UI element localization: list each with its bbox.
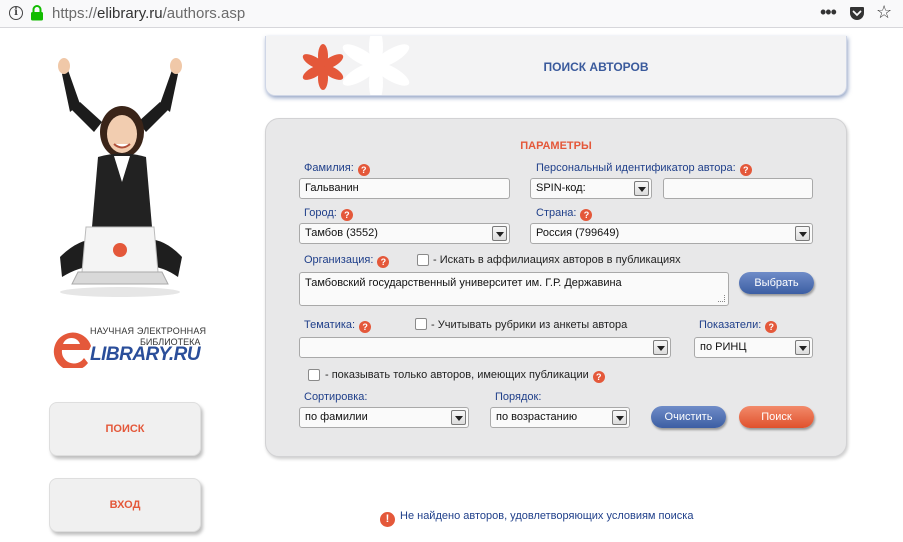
chevron-down-icon bbox=[795, 340, 810, 355]
url-host: elibrary.ru bbox=[97, 5, 163, 22]
only-with-publications-label: - показывать только авторов, имеющих пуб… bbox=[325, 369, 605, 383]
person-with-laptop-image bbox=[58, 58, 182, 297]
city-select[interactable]: Тамбов (3552) bbox=[299, 223, 510, 244]
logo-tagline-1: НАУЧНАЯ ЭЛЕКТРОННАЯ bbox=[90, 326, 207, 336]
logo-e-glyph bbox=[53, 332, 91, 368]
personal-id-type-select[interactable]: SPIN-код: bbox=[530, 178, 652, 199]
city-label-text: Город: bbox=[304, 207, 337, 219]
search-parameters-panel: ПАРАМЕТРЫ Фамилия:? Гальванин Персональн… bbox=[265, 118, 847, 457]
chevron-down-icon bbox=[653, 340, 668, 355]
surname-label: Фамилия:? bbox=[304, 162, 370, 176]
indicators-select[interactable]: по РИНЦ bbox=[694, 337, 813, 358]
country-label: Страна:? bbox=[536, 207, 593, 221]
help-icon[interactable]: ? bbox=[765, 321, 778, 333]
surname-value: Гальванин bbox=[305, 182, 359, 194]
city-value: Тамбов (3552) bbox=[305, 227, 378, 239]
chevron-down-icon bbox=[795, 226, 810, 241]
clear-button[interactable]: Очистить bbox=[651, 406, 726, 428]
personal-id-label: Персональный идентификатор автора:? bbox=[536, 162, 752, 176]
chevron-down-icon bbox=[612, 410, 627, 425]
browser-toolbar: i https://elibrary.ru/authors.asp ••• ☆ bbox=[0, 0, 903, 28]
order-select[interactable]: по возрастанию bbox=[490, 407, 630, 428]
lock-icon bbox=[31, 5, 43, 21]
no-results-text: Не найдено авторов, удовлетворяющих усло… bbox=[400, 510, 694, 522]
organization-value: Тамбовский государственный университет и… bbox=[305, 277, 622, 289]
organization-label-text: Организация: bbox=[304, 254, 374, 266]
warning-icon: ! bbox=[380, 512, 395, 527]
order-value: по возрастанию bbox=[496, 411, 578, 423]
help-icon[interactable]: ? bbox=[340, 209, 353, 221]
indicators-label: Показатели:? bbox=[699, 319, 778, 333]
country-value: Россия (799649) bbox=[536, 227, 620, 239]
only-with-publications-checkbox[interactable] bbox=[308, 369, 320, 381]
pocket-icon[interactable] bbox=[849, 5, 865, 21]
personal-id-type-value: SPIN-код: bbox=[536, 182, 586, 194]
info-icon[interactable]: i bbox=[9, 6, 23, 20]
personal-id-input[interactable] bbox=[663, 178, 813, 199]
chevron-down-icon bbox=[492, 226, 507, 241]
panel-title: ПАРАМЕТРЫ bbox=[520, 140, 592, 152]
search-button[interactable]: Поиск bbox=[739, 406, 814, 428]
organization-textarea[interactable]: Тамбовский государственный университет и… bbox=[299, 272, 729, 306]
sort-select[interactable]: по фамилии bbox=[299, 407, 469, 428]
bookmark-star-icon[interactable]: ☆ bbox=[876, 2, 892, 23]
sidebar-login-button[interactable]: ВХОД bbox=[49, 478, 201, 532]
topic-label: Тематика:? bbox=[304, 319, 372, 333]
page-actions-icon[interactable]: ••• bbox=[820, 2, 837, 23]
chevron-down-icon bbox=[451, 410, 466, 425]
country-label-text: Страна: bbox=[536, 207, 577, 219]
sort-value: по фамилии bbox=[305, 411, 368, 423]
select-organization-button[interactable]: Выбрать bbox=[739, 272, 814, 294]
help-icon[interactable]: ? bbox=[357, 164, 370, 176]
no-results-message: ! Не найдено авторов, удовлетворяющих усл… bbox=[380, 510, 693, 527]
chevron-down-icon bbox=[634, 181, 649, 196]
order-label: Порядок: bbox=[495, 391, 542, 403]
affiliation-checkbox[interactable] bbox=[417, 254, 429, 266]
indicators-value: по РИНЦ bbox=[700, 341, 747, 353]
country-select[interactable]: Россия (799649) bbox=[530, 223, 813, 244]
page-title: ПОИСК АВТОРОВ bbox=[543, 60, 649, 74]
indicators-label-text: Показатели: bbox=[699, 319, 762, 331]
resize-grip-icon[interactable] bbox=[718, 295, 725, 302]
elibrary-logo[interactable]: НАУЧНАЯ ЭЛЕКТРОННАЯ БИБЛИОТЕКА LIBRARY.R… bbox=[52, 324, 206, 368]
help-icon[interactable]: ? bbox=[580, 209, 593, 221]
organization-label: Организация:? bbox=[304, 254, 390, 268]
url-scheme: https:// bbox=[52, 5, 98, 22]
personal-id-label-text: Персональный идентификатор автора: bbox=[536, 162, 736, 174]
topic-select[interactable] bbox=[299, 337, 671, 358]
help-icon[interactable]: ? bbox=[739, 164, 752, 176]
only-with-publications-text: - показывать только авторов, имеющих пуб… bbox=[325, 369, 589, 381]
help-icon[interactable]: ? bbox=[359, 321, 372, 333]
help-icon[interactable]: ? bbox=[377, 256, 390, 268]
url-path: /authors.asp bbox=[162, 5, 246, 22]
logo-wordmark: LIBRARY.RU bbox=[90, 344, 201, 365]
surname-label-text: Фамилия: bbox=[304, 162, 354, 174]
sort-label: Сортировка: bbox=[304, 391, 368, 403]
rubric-checkbox[interactable] bbox=[415, 318, 427, 330]
surname-input[interactable]: Гальванин bbox=[299, 178, 510, 199]
affiliation-checkbox-label: - Искать в аффилиациях авторов в публика… bbox=[433, 254, 681, 266]
topic-label-text: Тематика: bbox=[304, 319, 356, 331]
sidebar-search-button[interactable]: ПОИСК bbox=[49, 402, 201, 456]
address-bar[interactable]: https://elibrary.ru/authors.asp bbox=[52, 5, 245, 22]
page-header-banner: ПОИСК АВТОРОВ bbox=[265, 36, 847, 96]
help-icon[interactable]: ? bbox=[592, 371, 605, 383]
rubric-checkbox-label: - Учитывать рубрики из анкеты автора bbox=[431, 319, 628, 331]
city-label: Город:? bbox=[304, 207, 353, 221]
